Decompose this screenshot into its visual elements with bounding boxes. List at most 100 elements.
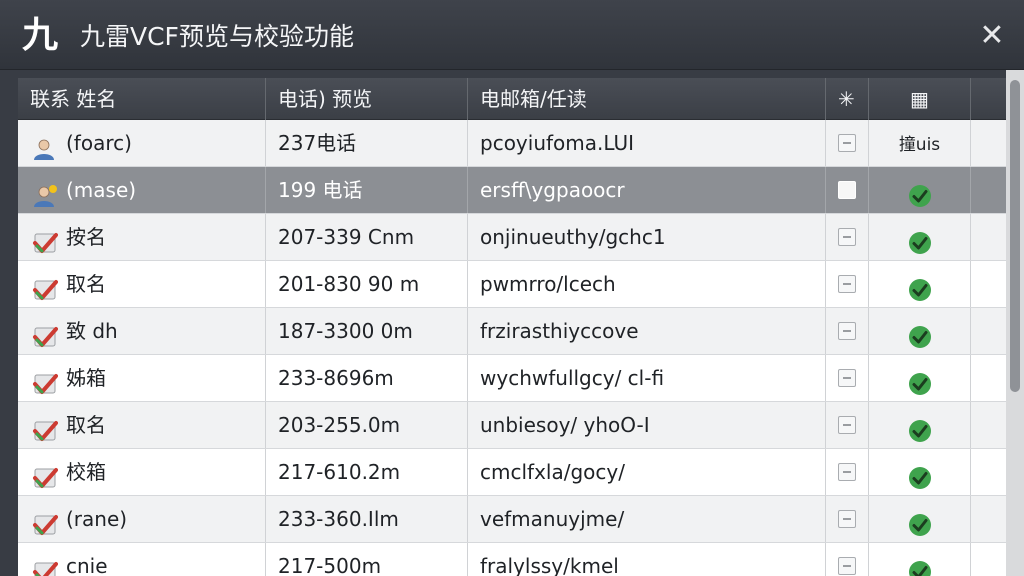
name-cell: (rane) bbox=[18, 496, 266, 542]
contact-name: 校箱 bbox=[66, 460, 106, 484]
column-header-email[interactable]: 电邮箱/任读 bbox=[468, 78, 826, 120]
table-row[interactable]: 取名 203-255.0m unbiesoy/ yhoO-I bbox=[18, 402, 1006, 449]
column-header-check[interactable]: ✳ bbox=[826, 78, 869, 120]
row-checkbox[interactable] bbox=[838, 134, 856, 152]
name-cell: cnie bbox=[18, 543, 266, 576]
valid-check-icon bbox=[908, 178, 932, 207]
row-checkbox[interactable] bbox=[838, 557, 856, 575]
select-cell bbox=[826, 449, 869, 495]
select-cell bbox=[826, 543, 869, 576]
column-header-name[interactable]: 联系 姓名 bbox=[18, 78, 266, 120]
row-spacer bbox=[971, 449, 1006, 495]
checkbox-dash-icon bbox=[843, 283, 851, 285]
row-spacer bbox=[971, 355, 1006, 401]
name-cell: 取名 bbox=[18, 402, 266, 448]
vcard-check-icon bbox=[32, 366, 58, 394]
row-spacer bbox=[971, 214, 1006, 260]
select-cell bbox=[826, 496, 869, 542]
table-row[interactable]: (mase) 199 电话 ersff\ygpaoocr bbox=[18, 167, 1006, 214]
name-cell: 按名 bbox=[18, 214, 266, 260]
email-cell: vefmanuyjme/ bbox=[468, 496, 826, 542]
email-cell: ersff\ygpaoocr bbox=[468, 167, 826, 213]
row-checkbox[interactable] bbox=[838, 510, 856, 528]
name-cell: 校箱 bbox=[18, 449, 266, 495]
contacts-table: 联系 姓名 电话) 预览 电邮箱/任读 ✳ ▦ (foarc) 237电话 pcoy… bbox=[18, 78, 1006, 576]
select-cell bbox=[826, 120, 869, 166]
contact-name: 致 dh bbox=[66, 319, 118, 343]
checkbox-dash-icon bbox=[843, 236, 851, 238]
row-checkbox[interactable] bbox=[838, 322, 856, 340]
checkbox-dash-icon bbox=[843, 330, 851, 332]
vcard-check-icon bbox=[32, 272, 58, 300]
column-header-phone[interactable]: 电话) 预览 bbox=[266, 78, 468, 120]
select-cell bbox=[826, 355, 869, 401]
select-cell bbox=[826, 214, 869, 260]
name-cell: (foarc) bbox=[18, 120, 266, 166]
table-row[interactable]: 校箱 217-610.2m cmclfxla/gocy/ bbox=[18, 449, 1006, 496]
phone-cell: 207-339 Cnm bbox=[266, 214, 468, 260]
status-cell bbox=[869, 355, 971, 401]
phone-cell: 233-8696m bbox=[266, 355, 468, 401]
checkbox-dash-icon bbox=[843, 424, 851, 426]
name-cell: 致 dh bbox=[18, 308, 266, 354]
close-button[interactable]: ✕ bbox=[970, 16, 1014, 56]
table-row[interactable]: (foarc) 237电话 pcoyiufoma.LUI 撞uis bbox=[18, 120, 1006, 167]
valid-check-icon bbox=[908, 460, 932, 489]
column-header-status[interactable]: ▦ bbox=[869, 78, 971, 120]
status-cell bbox=[869, 214, 971, 260]
row-spacer bbox=[971, 167, 1006, 213]
table-row[interactable]: cnie 217-500m fralylssy/kmel bbox=[18, 543, 1006, 576]
contact-name: (foarc) bbox=[66, 131, 132, 155]
phone-cell: 203-255.0m bbox=[266, 402, 468, 448]
vcard-check-icon bbox=[32, 460, 58, 488]
status-text: 撞uis bbox=[898, 135, 941, 155]
checkbox-dash-icon bbox=[843, 518, 851, 520]
status-cell bbox=[869, 496, 971, 542]
status-cell bbox=[869, 449, 971, 495]
name-cell: 取名 bbox=[18, 261, 266, 307]
checkbox-dash-icon bbox=[843, 471, 851, 473]
row-checkbox[interactable] bbox=[838, 463, 856, 481]
title-bar: 九 九雷VCF预览与校验功能 ✕ bbox=[0, 0, 1024, 70]
vcard-check-icon bbox=[32, 319, 58, 347]
email-cell: unbiesoy/ yhoO-I bbox=[468, 402, 826, 448]
name-cell: (mase) bbox=[18, 167, 266, 213]
table-row[interactable]: 姊箱 233-8696m wychwfullgcy/ cl-fi bbox=[18, 355, 1006, 402]
table-row[interactable]: (rane) 233-360.Ilm vefmanuyjme/ bbox=[18, 496, 1006, 543]
row-checkbox[interactable] bbox=[838, 369, 856, 387]
status-cell bbox=[869, 402, 971, 448]
user-avatar-icon bbox=[32, 131, 58, 160]
phone-cell: 217-500m bbox=[266, 543, 468, 576]
row-spacer bbox=[971, 543, 1006, 576]
contact-name: 姊箱 bbox=[66, 366, 106, 390]
column-header-spacer bbox=[971, 78, 1006, 120]
valid-check-icon bbox=[908, 319, 932, 348]
phone-cell: 233-360.Ilm bbox=[266, 496, 468, 542]
valid-check-icon bbox=[908, 366, 932, 395]
contact-name: (mase) bbox=[66, 178, 137, 202]
select-cell bbox=[826, 308, 869, 354]
table-row[interactable]: 致 dh 187-3300 0m frzirasthiyccove bbox=[18, 308, 1006, 355]
vertical-scrollbar[interactable] bbox=[1006, 70, 1024, 576]
row-spacer bbox=[971, 261, 1006, 307]
window-title: 九雷VCF预览与校验功能 bbox=[80, 22, 354, 51]
valid-check-icon bbox=[908, 413, 932, 442]
email-cell: wychwfullgcy/ cl-fi bbox=[468, 355, 826, 401]
row-spacer bbox=[971, 308, 1006, 354]
vcard-check-icon bbox=[32, 225, 58, 253]
contact-name: 取名 bbox=[66, 413, 106, 437]
scrollbar-thumb[interactable] bbox=[1010, 80, 1020, 392]
row-spacer bbox=[971, 120, 1006, 166]
checkbox-dash-icon bbox=[843, 377, 851, 379]
phone-cell: 217-610.2m bbox=[266, 449, 468, 495]
row-checkbox[interactable] bbox=[838, 416, 856, 434]
table-row[interactable]: 取名 201-830 90 m pwmrro/lcech bbox=[18, 261, 1006, 308]
select-cell bbox=[826, 402, 869, 448]
row-checkbox[interactable] bbox=[838, 275, 856, 293]
checkbox-dash-icon bbox=[843, 565, 851, 567]
row-checkbox[interactable] bbox=[838, 181, 856, 199]
row-checkbox[interactable] bbox=[838, 228, 856, 246]
email-cell: pcoyiufoma.LUI bbox=[468, 120, 826, 166]
table-row[interactable]: 按名 207-339 Cnm onjinueuthy/gchc1 bbox=[18, 214, 1006, 261]
vcard-check-icon bbox=[32, 413, 58, 441]
